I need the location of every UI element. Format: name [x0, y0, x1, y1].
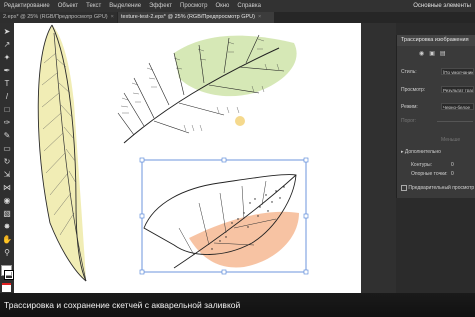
branch-sketch[interactable]	[117, 34, 297, 144]
selection-tool-icon[interactable]: ➤	[2, 27, 12, 36]
shape-builder-icon[interactable]: ◉	[2, 196, 12, 205]
paths-value: 0	[451, 162, 454, 168]
menu-bar: Редактирование Объект Текст Выделение Эф…	[0, 0, 475, 12]
close-icon[interactable]: ×	[111, 14, 114, 20]
view-label: Просмотр:	[401, 87, 426, 93]
advanced-label: Дополнительно	[404, 149, 441, 155]
menu-select[interactable]: Выделение	[105, 3, 145, 9]
scale-tool-icon[interactable]: ⇲	[2, 170, 12, 179]
hand-tool-icon[interactable]: ✋	[2, 235, 12, 244]
mode-label: Режим:	[401, 104, 418, 110]
threshold-label: Порог:	[401, 118, 417, 124]
document-tab-bar: 2.eps* @ 25% (RGB/Предпросмотр GPU) × tex…	[0, 12, 475, 23]
artboard-canvas[interactable]	[14, 23, 361, 293]
anchors-label: Опорные точки:	[411, 171, 448, 177]
direct-selection-icon[interactable]: ↗	[2, 40, 12, 49]
advanced-toggle[interactable]: ▸ Дополнительно	[401, 148, 441, 156]
stroke-swatch[interactable]	[4, 270, 14, 280]
eraser-icon[interactable]: ▭	[2, 144, 12, 153]
preview-checkbox[interactable]: Предварительный просмотр	[401, 184, 474, 192]
panel-title: Трассировка изображения	[397, 35, 475, 46]
threshold-slider[interactable]	[437, 121, 473, 122]
gradient-tool-icon[interactable]: ▧	[2, 209, 12, 218]
image-trace-panel: Трассировка изображения ◉▣▤ Стиль: [По у…	[396, 35, 475, 198]
mode-select[interactable]: Черно-белое	[441, 103, 474, 110]
panel-dock-strip	[361, 23, 396, 293]
view-select[interactable]: Результат трасс	[441, 86, 474, 93]
rotate-tool-icon[interactable]: ↻	[2, 157, 12, 166]
tab-document-2[interactable]: texture-test-2.eps* @ 25% (RGB/Предпросм…	[118, 12, 274, 23]
menu-edit[interactable]: Редактирование	[0, 3, 54, 9]
style-label: Стиль:	[401, 69, 417, 75]
menu-help[interactable]: Справка	[233, 3, 265, 9]
style-select[interactable]: [По умолчанию]	[441, 68, 474, 75]
paths-label: Контуры:	[411, 162, 433, 168]
menu-view[interactable]: Просмотр	[176, 3, 211, 9]
magic-wand-icon[interactable]: ✦	[2, 53, 12, 62]
paintbrush-icon[interactable]: ✑	[2, 118, 12, 127]
menu-object[interactable]: Объект	[54, 3, 82, 9]
tab-document-2-label: texture-test-2.eps* @ 25% (RGB/Предпросм…	[121, 14, 255, 20]
triangle-right-icon: ▸	[401, 149, 404, 155]
cursor-highlight	[235, 116, 245, 126]
checkbox-icon	[401, 184, 407, 191]
panel-dock-empty	[396, 198, 475, 293]
width-tool-icon[interactable]: ⋈	[2, 183, 12, 192]
workspace-switcher[interactable]: Основные элементы	[409, 3, 475, 9]
pen-tool-icon[interactable]: ✒	[2, 66, 12, 75]
autumn-leaf-sketch[interactable]	[139, 157, 309, 275]
none-swatch-icon[interactable]	[2, 283, 11, 292]
fewer-label: Меньше	[441, 137, 461, 143]
menu-type[interactable]: Текст	[82, 3, 105, 9]
tab-document-1-label: 2.eps* @ 25% (RGB/Предпросмотр GPU)	[3, 14, 108, 20]
type-tool-icon[interactable]: T	[2, 79, 12, 88]
tab-document-1[interactable]: 2.eps* @ 25% (RGB/Предпросмотр GPU) ×	[0, 12, 117, 23]
zoom-tool-icon[interactable]: ⚲	[2, 248, 12, 257]
artwork	[37, 24, 309, 282]
rectangle-tool-icon[interactable]: □	[2, 105, 12, 114]
preset-icons[interactable]: ◉▣▤	[419, 50, 451, 57]
feather-leaf-sketch[interactable]	[37, 24, 87, 282]
close-icon[interactable]: ×	[258, 14, 261, 20]
line-tool-icon[interactable]: /	[2, 92, 12, 101]
menu-effect[interactable]: Эффект	[145, 3, 176, 9]
menu-window[interactable]: Окно	[211, 3, 233, 9]
eyedropper-icon[interactable]: ✸	[2, 222, 12, 231]
preview-label: Предварительный просмотр	[408, 185, 475, 191]
tools-panel: ➤ ↗ ✦ ✒ T / □ ✑ ✎ ▭ ↻ ⇲ ⋈ ◉ ▧ ✸ ✋ ⚲	[0, 23, 14, 293]
anchors-value: 0	[451, 171, 454, 177]
video-caption: Трассировка и сохранение скетчей с аквар…	[0, 293, 475, 317]
pencil-icon[interactable]: ✎	[2, 131, 12, 140]
